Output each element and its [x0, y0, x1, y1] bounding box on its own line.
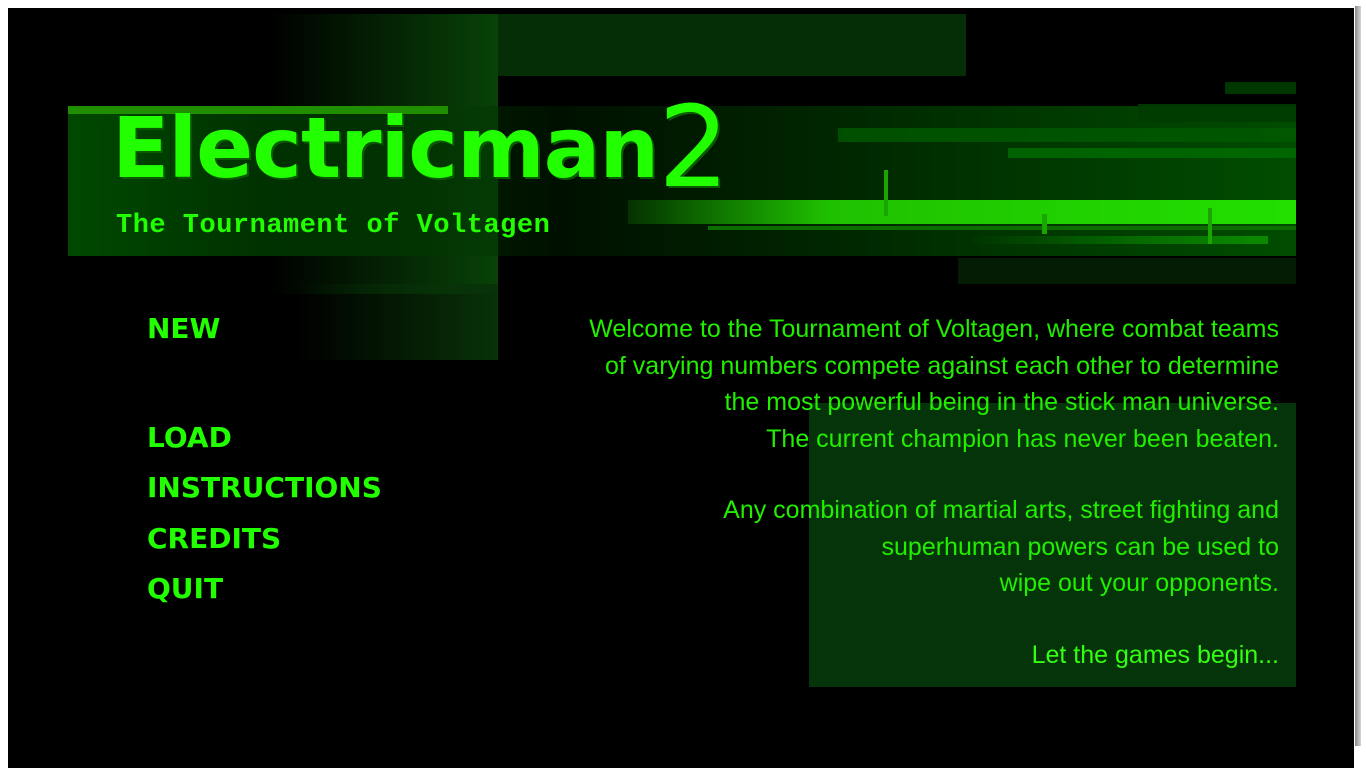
intro-line: Any combination of martial arts, street … [723, 496, 1279, 524]
banner-streak-3 [1008, 148, 1296, 158]
game-screen: Electricman2 The Tournament of Voltagen … [8, 8, 1354, 768]
menu-quit-button[interactable]: QUIT [147, 572, 223, 605]
intro-line: the most powerful being in the stick man… [724, 388, 1279, 416]
scrollbar-track [1355, 6, 1361, 746]
menu-load-button[interactable]: LOAD [147, 421, 232, 454]
banner-streak-2 [838, 128, 1296, 142]
banner-tick-3 [1042, 214, 1047, 234]
intro-line: wipe out your opponents. [999, 569, 1279, 597]
banner-tick-1 [884, 170, 888, 216]
bg-strip-mid [958, 258, 1296, 284]
intro-closing: Let the games begin... [419, 637, 1279, 674]
intro-line: The current champion has never been beat… [766, 424, 1279, 453]
game-title: Electricman2 [112, 92, 729, 218]
banner-streak-7 [968, 236, 1268, 244]
game-subtitle: The Tournament of Voltagen [116, 211, 551, 241]
bg-panel-top [498, 14, 966, 76]
intro-line: of varying numbers compete against each … [605, 351, 1279, 380]
intro-paragraph-2: Any combination of martial arts, street … [419, 492, 1279, 602]
intro-line: Welcome to the Tournament of Voltagen, w… [589, 315, 1279, 343]
intro-paragraph-1: Welcome to the Tournament of Voltagen, w… [419, 311, 1279, 457]
menu-new-button[interactable]: NEW [147, 312, 220, 345]
window-right-edge [1354, 0, 1366, 768]
intro-line: superhuman powers can be used to [881, 532, 1279, 561]
banner-streak-6 [708, 226, 1296, 230]
intro-closing-line: Let the games begin... [1031, 641, 1279, 669]
banner-streak-4 [1138, 104, 1296, 122]
banner-tick-2 [1208, 208, 1212, 244]
menu-instructions-button[interactable]: INSTRUCTIONS [147, 471, 382, 504]
banner-streak-5 [1225, 82, 1296, 94]
game-title-number: 2 [658, 83, 729, 213]
menu-credits-button[interactable]: CREDITS [147, 522, 281, 555]
game-title-main: Electricman [112, 99, 659, 197]
